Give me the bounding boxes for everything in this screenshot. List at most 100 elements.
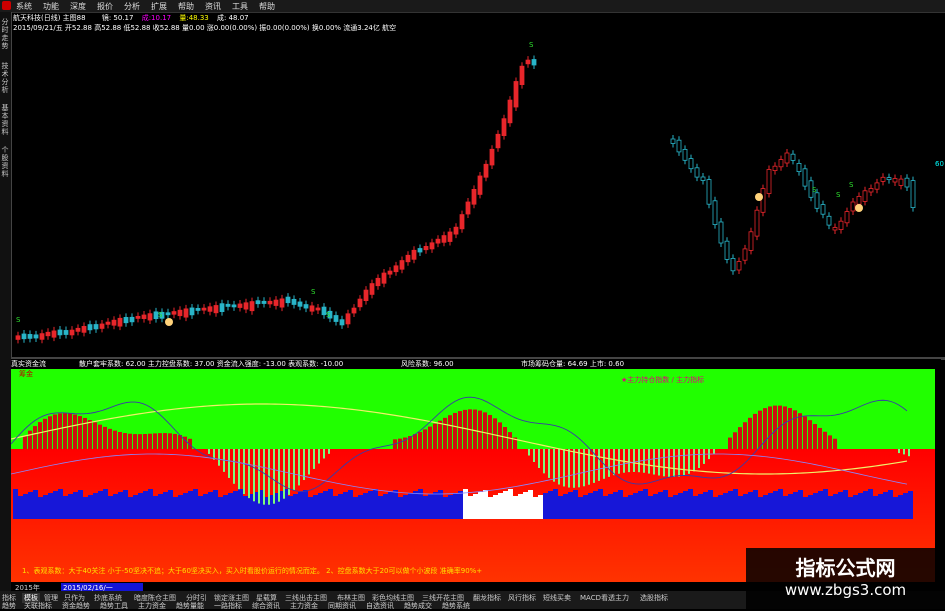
indicator-blue-bar xyxy=(838,492,843,519)
tab2-period-news[interactable]: 同期资讯 xyxy=(328,601,356,611)
menu-item-function[interactable]: 功能 xyxy=(43,1,59,12)
candle xyxy=(237,303,243,308)
indicator-blue-bar xyxy=(443,497,448,519)
indicator-red-bar xyxy=(73,414,77,449)
menu-item-news[interactable]: 资讯 xyxy=(205,1,221,12)
indicator-blue-bar xyxy=(233,491,238,519)
candle xyxy=(730,257,736,272)
indicator-green-bar xyxy=(693,449,695,472)
tab-stock-pick[interactable]: 选股指标 xyxy=(640,593,668,603)
indicator-blue-bar xyxy=(223,495,228,519)
indicator-values: 散户套牢系数: 62.00 主力控盘系数: 37.00 资金流入强度: -13.… xyxy=(79,360,344,368)
indicator-red-bar xyxy=(478,410,482,449)
menu-item-depth[interactable]: 深度 xyxy=(70,1,86,12)
indicator-blue-bar xyxy=(303,490,308,519)
candle xyxy=(111,319,117,326)
indicator-blue-bar xyxy=(793,492,798,519)
candle xyxy=(814,192,820,209)
tab2-trend-tools[interactable]: 趋势工具 xyxy=(100,601,128,611)
tab2-volume[interactable]: 趋势量能 xyxy=(176,601,204,611)
tab-macd[interactable]: MACD看透主力 xyxy=(580,593,629,603)
tab2-watch-news[interactable]: 自选资讯 xyxy=(366,601,394,611)
watermark: 指标公式网 www.zbgs3.com xyxy=(746,548,945,609)
candle xyxy=(459,214,465,230)
indicator-green-bar xyxy=(638,449,640,473)
chip-value: 市场筹码仓量: 64.69 上市: 0.60 xyxy=(521,360,625,368)
indicator-blue-bar xyxy=(413,491,418,519)
quote-info-row: 航天科技(日线) 主图88 镜: 50.17 成:10.17 量:48.33 成… xyxy=(13,13,249,23)
indicator-blue-bar xyxy=(573,490,578,519)
left-tab-technical[interactable]: 技术分析 xyxy=(1,62,10,94)
tab-wind[interactable]: 风行指标 xyxy=(508,593,536,603)
indicator-blue-bar xyxy=(788,494,793,519)
candle xyxy=(297,301,303,307)
indicator-blue-bar xyxy=(138,493,143,519)
indicator-blue-bar xyxy=(23,494,28,519)
indicator-blue-bar xyxy=(863,491,868,519)
indicator-green-bar xyxy=(613,449,615,476)
tab2-trend[interactable]: 趋势 xyxy=(2,601,16,611)
indicator-blue-bar xyxy=(473,494,478,519)
left-tab-stock[interactable]: 个股资料 xyxy=(1,146,10,178)
candle xyxy=(339,319,345,326)
candle xyxy=(429,242,435,250)
tab2-trend-deal[interactable]: 趋势成交 xyxy=(404,601,432,611)
tab2-one-road[interactable]: 一路指标 xyxy=(214,601,242,611)
indicator-green-bar xyxy=(543,449,545,474)
menu-item-quote[interactable]: 报价 xyxy=(97,1,113,12)
tab2-trend-system[interactable]: 趋势系统 xyxy=(442,601,470,611)
indicator-blue-bar xyxy=(308,497,313,519)
indicator-blue-bar xyxy=(203,494,208,519)
indicator-blue-bar xyxy=(293,494,298,519)
tab2-news[interactable]: 综合资讯 xyxy=(252,601,280,611)
indicator-blue-bar xyxy=(388,492,393,519)
tab2-main-funds[interactable]: 主力资金 xyxy=(138,601,166,611)
indicator-blue-bar xyxy=(358,495,363,519)
candle xyxy=(700,176,706,181)
indicator-blue-bar xyxy=(428,494,433,519)
indicator-blue-bar xyxy=(488,497,493,519)
indicator-blue-bar xyxy=(648,496,653,519)
menu-item-system[interactable]: 系统 xyxy=(16,1,32,12)
menu-item-help2[interactable]: 帮助 xyxy=(259,1,275,12)
indicator-red-bar xyxy=(88,420,92,449)
menu-item-tools[interactable]: 工具 xyxy=(232,1,248,12)
indicator-green-bar xyxy=(533,449,535,463)
indicator-blue-bar xyxy=(873,496,878,519)
indicator-red-bar xyxy=(398,438,402,449)
indicator-blue-bar xyxy=(533,497,538,519)
indicator-red-bar xyxy=(108,428,112,449)
menu-item-extend[interactable]: 扩展 xyxy=(151,1,167,12)
tab-short-trade[interactable]: 短线买卖 xyxy=(543,593,571,603)
candle xyxy=(718,221,724,244)
indicator-blue-bar xyxy=(133,495,138,519)
tab2-main-funds2[interactable]: 主力资金 xyxy=(290,601,318,611)
indicator-red-bar xyxy=(168,433,172,449)
indicator-blue-bar xyxy=(513,496,518,519)
menu-item-help[interactable]: 帮助 xyxy=(178,1,194,12)
sell-signal-marker: S xyxy=(16,316,21,324)
candle xyxy=(525,59,531,65)
indicator-red-bar xyxy=(33,426,37,449)
candlestick-chart[interactable]: SSSSSSSS xyxy=(11,32,935,357)
candle xyxy=(694,167,700,178)
candle xyxy=(171,311,177,315)
indicator-red-bar xyxy=(508,432,512,449)
candle xyxy=(291,298,297,305)
indicator-blue-bar xyxy=(868,489,873,519)
indicator-blue-bar xyxy=(53,491,58,519)
indicator-blue-bar xyxy=(783,496,788,519)
candle xyxy=(231,304,237,308)
candle xyxy=(483,163,489,178)
tab-dragon[interactable]: 翻龙指标 xyxy=(473,593,501,603)
tab2-fund-trend[interactable]: 资金趋势 xyxy=(62,601,90,611)
left-tab-basic[interactable]: 基本资料 xyxy=(1,104,10,136)
indicator-red-bar xyxy=(413,434,417,449)
indicator-blue-bar xyxy=(813,493,818,519)
menu-item-analysis[interactable]: 分析 xyxy=(124,1,140,12)
indicator-legend: ★主力持仓指数 / 主力指标 xyxy=(621,375,704,384)
left-tab-timeshare[interactable]: 分时走势 xyxy=(1,18,10,50)
candle xyxy=(141,314,147,319)
indicator-blue-bar xyxy=(93,493,98,519)
tab2-related[interactable]: 关联指标 xyxy=(24,601,52,611)
